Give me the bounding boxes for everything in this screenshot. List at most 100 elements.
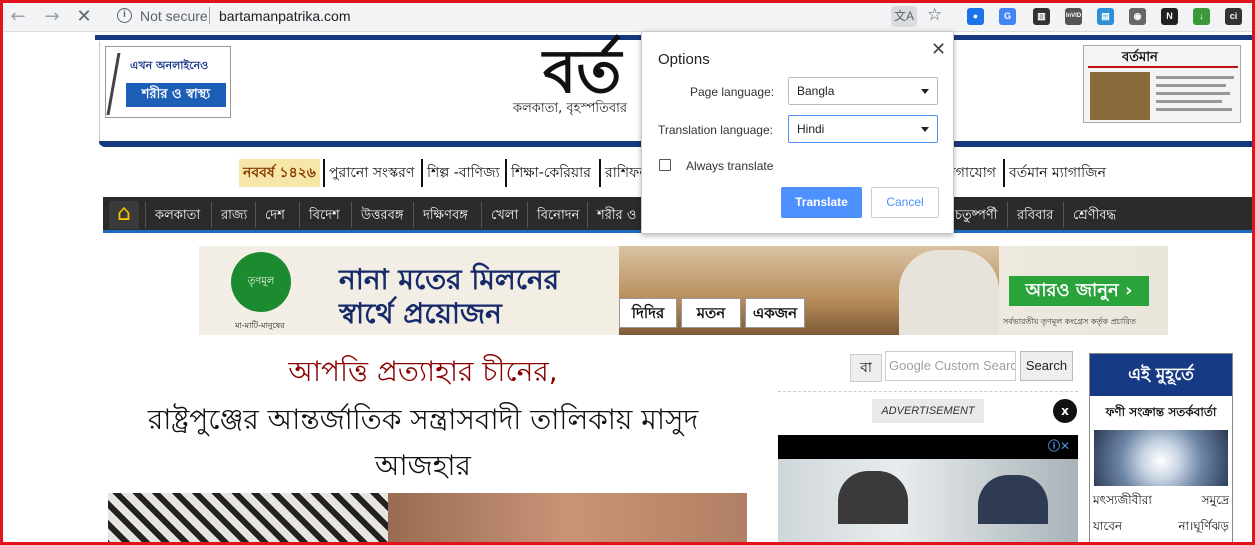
ad-title: শরীর ও স্বাস্থ্য [126,83,226,107]
breaking-news-box[interactable]: এই মুহূর্তে ফণী সংক্রান্ত সতর্কবার্তা মৎ… [1089,353,1233,542]
nav-item[interactable]: রবিবার [1017,206,1053,227]
nav-item[interactable]: শ্রেণীবদ্ধ [1073,206,1116,227]
home-icon[interactable]: ⌂ [109,201,139,229]
subnav-item[interactable]: শিক্ষা-কেরিয়ার [505,159,595,187]
nav-item[interactable]: দেশ [265,206,285,227]
banner-portrait [899,250,999,335]
party-logo: তৃণমূল [231,252,291,312]
chevron-down-icon [921,127,929,132]
breaking-news-subheader: ফণী সংক্রান্ত সতর্কবার্তা [1105,405,1217,419]
dateline: কলকাতা, বৃহস্পতিবার [513,101,628,116]
epaper-text-line [1156,108,1232,111]
security-status[interactable]: Not secure [140,8,208,24]
ad-tagline: এখন অনলাইনেও [130,59,209,72]
headline-kicker[interactable]: আপত্তি প্রত্যাহার চীনের, [3,350,843,397]
bookmark-star-icon[interactable]: ☆ [927,5,942,25]
search-button[interactable]: Search [1020,351,1073,381]
nav-divider [587,202,588,228]
subnav-item[interactable]: নববর্ষ ১৪২৬ [239,159,320,187]
nav-divider [1007,202,1008,228]
address-bar[interactable]: i Not secure bartamanpatrika.com 文A ☆ [107,4,955,29]
epaper-photo [1090,72,1150,120]
page-language-select[interactable]: Bangla [788,77,938,105]
site-logo[interactable]: বর্ত [543,39,621,105]
advertisement-label: ADVERTISEMENT [872,399,984,423]
headline-line: আজহার [375,449,471,482]
search-input[interactable]: Google Custom Search [885,351,1016,381]
dialog-title: Options [658,51,710,68]
video-ad[interactable]: ⓘ✕ [778,435,1078,542]
search-language-toggle[interactable]: বা [850,354,882,382]
stop-loading-icon[interactable]: ✕ [73,7,95,27]
back-arrow-icon[interactable]: ← [7,7,29,27]
ext-dot-icon[interactable]: ● [967,8,984,25]
ext-camera-icon[interactable]: ◉ [1129,8,1146,25]
nav-item[interactable]: কলকাতা [155,206,200,227]
nav-divider [1063,202,1064,228]
news-word: না।ঘূর্ণিঝড় [1178,519,1229,533]
ext-window-icon[interactable]: ▤ [1097,8,1114,25]
nav-divider [527,202,528,228]
screenshot-frame: ← → ✕ i Not secure bartamanpatrika.com 文… [0,0,1255,545]
page-language-value: Bangla [797,84,835,98]
always-translate-checkbox[interactable] [659,159,671,171]
close-icon[interactable]: ✕ [931,39,946,60]
news-word: সমুদ্রে [1201,493,1229,507]
subnav-item[interactable]: বর্তমান ম্যাগাজিন [1003,159,1110,187]
nav-divider [255,202,256,228]
political-ad-banner[interactable]: তৃণমূল মা-মাটি-মানুষের নানা মতের মিলনের … [199,246,1168,335]
cancel-button[interactable]: Cancel [871,187,939,218]
nav-divider [211,202,212,228]
search-brand: Google [889,358,931,373]
banner-card: একজন [745,298,805,328]
translation-language-label: Translation language: [658,123,773,137]
story-photo[interactable] [108,493,747,542]
nav-item[interactable]: বিনোদন [537,206,579,227]
epaper-rule [1088,66,1238,68]
ext-museum-icon[interactable]: ▥ [1033,8,1050,25]
nav-item[interactable]: বিদেশ [309,206,340,227]
banner-card: দিদির [619,298,677,328]
info-icon[interactable]: i [117,8,132,23]
video-ad-person [838,471,908,524]
nav-item[interactable]: রাজ্য [221,206,247,227]
nav-item[interactable]: খেলা [491,206,518,227]
ext-invid-icon[interactable]: InVID [1065,8,1082,25]
ad-close-button[interactable]: x [1053,399,1077,423]
ext-download-icon[interactable]: ↓ [1193,8,1210,25]
nav-item[interactable]: শরীর ও [597,206,636,227]
forward-arrow-icon[interactable]: → [41,7,63,27]
translate-button[interactable]: Translate [781,187,862,218]
ext-n-icon[interactable]: N [1161,8,1178,25]
adchoices-icon[interactable]: ⓘ✕ [1048,437,1070,454]
translate-options-dialog: Options ✕ Page language: Bangla Translat… [641,31,954,234]
epaper-text-line [1156,100,1222,103]
always-translate-label[interactable]: Always translate [686,159,773,173]
nav-item[interactable]: চতুষ্পর্ণী [955,206,998,227]
nav-item[interactable]: উত্তরবঙ্গ [361,206,403,227]
health-section-ad[interactable]: এখন অনলাইনেও শরীর ও স্বাস্থ্য [105,46,231,118]
breaking-news-text: মৎস্যজীবীরা সমুদ্রে [1090,486,1232,512]
sidebar-divider [778,391,1078,392]
translation-language-select[interactable]: Hindi [788,115,938,143]
search-placeholder: Custom Search [934,358,1016,373]
video-ad-person [978,475,1048,524]
banner-learn-more-button[interactable]: আরও জানুন › [1009,276,1149,306]
nav-item[interactable]: দক্ষিণবঙ্গ [423,206,468,227]
breaking-news-text: যাবেন না।ঘূর্ণিঝড় [1090,512,1232,538]
nav-divider [481,202,482,228]
translate-page-icon[interactable]: 文A [891,6,917,27]
ext-translate-icon[interactable]: G [999,8,1016,25]
chevron-down-icon [921,89,929,94]
story-photo-face [388,493,747,542]
subnav-item[interactable]: পুরানো সংস্করণ [323,159,418,187]
subnav-item[interactable]: শিল্প -বাণিজ্য [421,159,504,187]
headline[interactable]: রাষ্ট্রপুঞ্জের আন্তর্জাতিক সন্ত্রাসবাদী … [3,397,843,489]
banner-card: মতন [681,298,741,328]
epaper-thumbnail[interactable]: বর্তমান [1083,45,1241,123]
news-word: যাবেন [1093,519,1123,533]
ext-ci-icon[interactable]: ci [1225,8,1242,25]
nav-divider [351,202,352,228]
url-text[interactable]: bartamanpatrika.com [219,8,351,24]
nav-divider [299,202,300,228]
